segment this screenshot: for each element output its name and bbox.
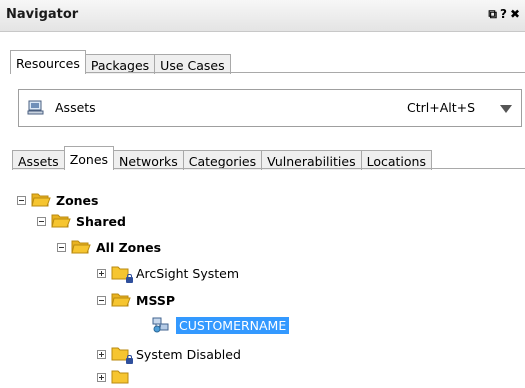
close-icon[interactable]: ✖: [510, 7, 523, 21]
locked-folder-icon: [111, 369, 131, 385]
folder-icon: [111, 292, 131, 308]
tree-node-selected[interactable]: CUSTOMERNAME: [151, 314, 290, 336]
locked-folder-icon: [111, 265, 133, 283]
tree-node[interactable]: ArcSight System: [97, 262, 239, 284]
tab-divider: [10, 72, 525, 73]
navigator-titlebar: Navigator ⧉?✖: [0, 0, 525, 32]
resource-subtabs: Assets Zones Networks Categories Vulnera…: [12, 146, 432, 170]
tree-node-label: System Disabled: [136, 346, 241, 362]
tab-zones[interactable]: Zones: [63, 146, 115, 170]
resource-shortcut: Ctrl+Alt+S: [407, 100, 476, 115]
tree-node[interactable]: MSSP: [97, 289, 175, 311]
tab-resources[interactable]: Resources: [10, 50, 86, 74]
collapse-icon[interactable]: [17, 195, 26, 205]
zone-icon: [152, 317, 169, 333]
folder-icon: [31, 192, 51, 208]
folder-icon: [51, 213, 71, 229]
lock-icon: [126, 274, 133, 283]
tree-node[interactable]: System Disabled: [97, 343, 241, 365]
folder-icon: [71, 239, 91, 255]
help-icon[interactable]: ?: [500, 7, 510, 21]
tree-node-partial[interactable]: [97, 366, 136, 388]
tab-categories[interactable]: Categories: [182, 150, 263, 170]
resource-type-dropdown[interactable]: Assets Ctrl+Alt+S: [18, 89, 522, 127]
window-controls: ⧉?✖: [488, 7, 523, 22]
tab-assets[interactable]: Assets: [12, 150, 65, 170]
tree-node[interactable]: Zones: [17, 189, 98, 211]
assets-icon: [27, 100, 44, 115]
tab-packages[interactable]: Packages: [84, 54, 156, 74]
collapse-icon[interactable]: [57, 242, 66, 252]
tree-node-label: All Zones: [96, 239, 162, 255]
tree-node[interactable]: All Zones: [57, 236, 161, 258]
top-tabbar: Resources Packages Use Cases: [10, 50, 231, 74]
tree-node-label: Shared: [76, 213, 126, 229]
tree-node-label: ArcSight System: [136, 265, 240, 281]
tab-networks[interactable]: Networks: [113, 150, 184, 170]
panel-title: Navigator: [6, 7, 79, 22]
locked-folder-icon: [111, 346, 133, 364]
tab-locations[interactable]: Locations: [360, 150, 432, 170]
lock-icon: [126, 355, 133, 364]
resource-type-value: Assets: [55, 100, 96, 115]
tree-node-label: MSSP: [136, 292, 176, 308]
collapse-icon[interactable]: [37, 216, 46, 226]
tree-node-label: CUSTOMERNAME: [176, 316, 290, 334]
expand-icon[interactable]: [97, 349, 106, 359]
tree-node[interactable]: Shared: [37, 210, 126, 232]
chevron-down-icon[interactable]: [500, 105, 512, 113]
tab-vulnerabilities[interactable]: Vulnerabilities: [261, 150, 362, 170]
tree-node-label: Zones: [56, 192, 99, 208]
restore-icon[interactable]: ⧉: [488, 7, 500, 21]
collapse-icon[interactable]: [97, 295, 106, 305]
tab-use-cases[interactable]: Use Cases: [154, 54, 231, 74]
expand-icon[interactable]: [97, 268, 106, 278]
expand-icon[interactable]: [97, 372, 106, 382]
